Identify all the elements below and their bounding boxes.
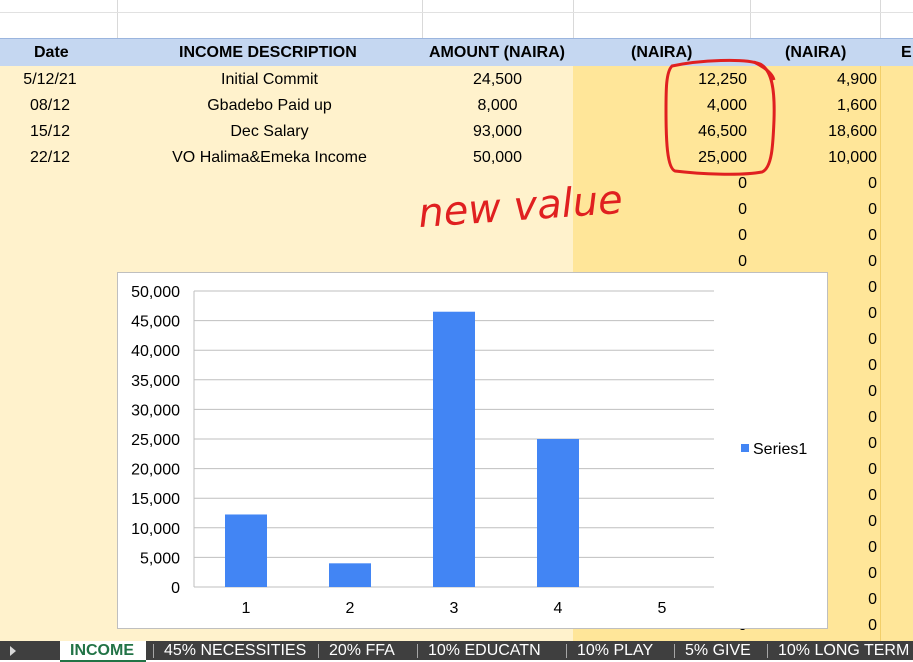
header-date[interactable]: Date bbox=[34, 40, 69, 66]
cell-col5[interactable]: 1,600 bbox=[750, 93, 877, 119]
cell-date[interactable]: 22/12 bbox=[0, 145, 100, 171]
y-tick-label: 50,000 bbox=[131, 284, 180, 301]
sheet-tab[interactable]: 10% PLAY bbox=[577, 641, 653, 660]
bar-2 bbox=[329, 563, 371, 587]
chart-container[interactable]: 0 5,000 10,000 15,000 20,000 25,000 30,000 35,0… bbox=[117, 272, 828, 629]
empty-row-area bbox=[0, 0, 913, 38]
y-tick-label: 40,000 bbox=[131, 343, 180, 360]
header-income-description[interactable]: INCOME DESCRIPTION bbox=[179, 40, 357, 66]
cell-col4[interactable]: 12,250 bbox=[573, 67, 747, 93]
column-divider bbox=[880, 66, 881, 641]
x-tick-label: 2 bbox=[346, 600, 355, 617]
cell-col4[interactable]: 25,000 bbox=[573, 145, 747, 171]
header-col5[interactable]: (NAIRA) bbox=[785, 40, 846, 66]
tab-separator bbox=[767, 644, 768, 658]
y-tick-label: 0 bbox=[171, 580, 180, 597]
cell-description[interactable]: VO Halima&Emeka Income bbox=[117, 145, 422, 171]
y-tick-label: 25,000 bbox=[131, 432, 180, 449]
cell-description[interactable]: Dec Salary bbox=[117, 119, 422, 145]
bar-3 bbox=[433, 311, 475, 587]
tab-separator bbox=[417, 644, 418, 658]
y-tick-label: 20,000 bbox=[131, 462, 180, 479]
x-tick-label: 1 bbox=[242, 600, 251, 617]
cell-col5-zero[interactable]: 0 bbox=[750, 197, 877, 223]
play-arrow-icon[interactable] bbox=[10, 646, 16, 656]
cell-col4[interactable]: 4,000 bbox=[573, 93, 747, 119]
y-tick-label: 35,000 bbox=[131, 373, 180, 390]
x-tick-label: 4 bbox=[554, 600, 563, 617]
bar-chart: 0 5,000 10,000 15,000 20,000 25,000 30,000 35,0… bbox=[131, 284, 807, 617]
cell-col5[interactable]: 18,600 bbox=[750, 119, 877, 145]
x-tick-label: 5 bbox=[658, 600, 667, 617]
cell-col5-zero[interactable]: 0 bbox=[750, 223, 877, 249]
y-tick-label: 10,000 bbox=[131, 521, 180, 538]
cell-col4-zero[interactable]: 0 bbox=[573, 197, 747, 223]
cell-col5[interactable]: 10,000 bbox=[750, 145, 877, 171]
cell-description[interactable]: Gbadebo Paid up bbox=[117, 93, 422, 119]
tab-separator bbox=[153, 644, 154, 658]
y-tick-label: 15,000 bbox=[131, 491, 180, 508]
header-col4[interactable]: (NAIRA) bbox=[631, 40, 692, 66]
y-tick-label: 5,000 bbox=[140, 550, 180, 567]
cell-amount[interactable]: 24,500 bbox=[422, 67, 573, 93]
legend-label: Series1 bbox=[753, 441, 807, 458]
tab-separator bbox=[566, 644, 567, 658]
cell-description[interactable]: Initial Commit bbox=[117, 67, 422, 93]
cell-amount[interactable]: 93,000 bbox=[422, 119, 573, 145]
cell-col4-zero[interactable]: 0 bbox=[573, 171, 747, 197]
cell-col4-zero[interactable]: 0 bbox=[573, 223, 747, 249]
cell-date[interactable]: 15/12 bbox=[0, 119, 100, 145]
cell-col5-zero[interactable]: 0 bbox=[750, 171, 877, 197]
cell-col5[interactable]: 4,900 bbox=[750, 67, 877, 93]
tab-separator bbox=[674, 644, 675, 658]
cell-amount[interactable]: 50,000 bbox=[422, 145, 573, 171]
tab-separator bbox=[318, 644, 319, 658]
header-col6[interactable]: E bbox=[901, 40, 912, 66]
sheet-tab[interactable]: 45% NECESSITIES bbox=[164, 641, 306, 660]
y-tick-label: 30,000 bbox=[131, 402, 180, 419]
cell-date[interactable]: 08/12 bbox=[0, 93, 100, 119]
bar-4 bbox=[537, 439, 579, 587]
sheet-tab[interactable]: INCOME bbox=[60, 641, 146, 662]
sheet-tab[interactable]: 10% EDUCATN bbox=[428, 641, 541, 660]
y-tick-label: 45,000 bbox=[131, 314, 180, 331]
header-amount[interactable]: AMOUNT (NAIRA) bbox=[429, 40, 565, 66]
cell-col4[interactable]: 46,500 bbox=[573, 119, 747, 145]
sheet-tab-bar: INCOME 45% NECESSITIES 20% FFA 10% EDUCATN 1… bbox=[0, 641, 913, 662]
bar-1 bbox=[225, 514, 267, 587]
cell-date[interactable]: 5/12/21 bbox=[0, 67, 100, 93]
sheet-tab[interactable]: 20% FFA bbox=[329, 641, 395, 660]
cell-amount[interactable]: 8,000 bbox=[422, 93, 573, 119]
sheet-tab[interactable]: 5% GIVE bbox=[685, 641, 751, 660]
sheet-tab[interactable]: 10% LONG TERM bbox=[778, 641, 909, 660]
x-tick-label: 3 bbox=[450, 600, 459, 617]
legend-swatch bbox=[741, 444, 749, 452]
